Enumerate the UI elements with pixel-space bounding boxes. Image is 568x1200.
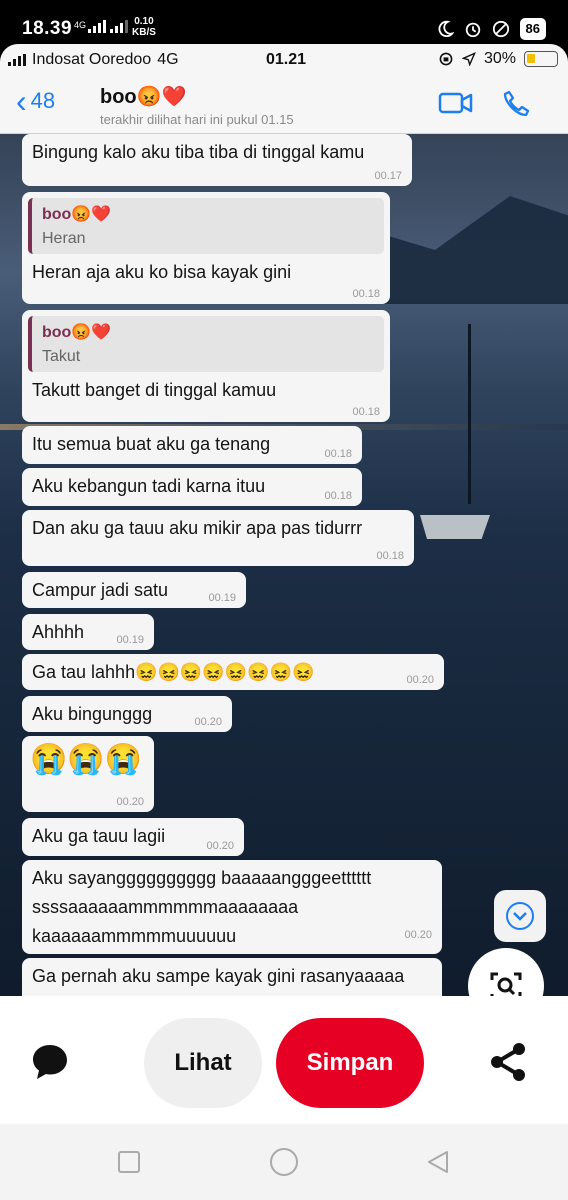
orientation-lock-icon [439,52,453,66]
ios-clock: 01.21 [266,51,307,68]
android-nav-bar [0,1124,568,1200]
view-button[interactable]: Lihat [144,1018,262,1108]
android-status-icons: 86 [436,18,546,40]
ios-battery-icon [524,51,558,67]
message-text: Aku kebangun tadi karna ituu [32,476,266,496]
message-text: Heran aja aku ko bisa kayak gini [32,262,292,282]
ios-network: 4G [157,51,179,68]
android-clock: 18.39 [22,18,73,39]
message-text-line: ssssaaaaaammmmmmaaaaaaaa [32,897,299,917]
message-bubble: Bingung kalo aku tiba tiba di tinggal ka… [22,134,412,186]
message-time: 00.18 [352,406,380,418]
message-time: 00.18 [376,550,404,562]
signal-icon [88,20,106,33]
background-boat-mast [468,324,471,504]
speed-value: 0.10 [134,16,154,27]
network-type: 4G [74,20,87,30]
chat-header: ‹ 48 boo😡❤️ terakhir dilihat hari ini pu… [0,74,568,134]
quoted-name: boo😡❤️ [42,206,112,223]
message-text: Ga pernah aku sampe kayak gini rasanyaaa… [32,966,405,986]
ios-status-bar: Indosat Ooredoo 4G 01.21 30% [0,44,568,74]
message-text: Ga tau lahhh😖😖😖😖😖😖😖😖 [32,662,315,682]
message-bubble: boo😡❤️ Takut Takutt banget di tinggal ka… [22,310,390,422]
location-icon [461,52,476,66]
background-boat [420,515,490,539]
alarm-icon [465,22,480,38]
quoted-name: boo😡❤️ [42,324,112,341]
voice-call-icon[interactable] [500,88,532,118]
message-time: 00.20 [116,796,144,808]
message-time: 00.20 [206,840,234,852]
message-time: 00.20 [406,674,434,686]
ios-battery-pct: 30% [483,50,516,67]
message-time: 00.19 [116,634,144,646]
scroll-down-button[interactable] [494,890,546,942]
video-call-icon[interactable] [438,90,474,116]
message-text: Campur jadi satu [32,580,169,600]
message-time: 00.18 [352,288,380,300]
pin-action-bar: Lihat Simpan [0,996,568,1124]
ios-carrier: Indosat Ooredoo [32,51,152,68]
quoted-message[interactable]: boo😡❤️ Heran [28,198,384,254]
back-nav-icon[interactable] [424,1148,452,1176]
message-time: 00.18 [324,490,352,502]
home-button[interactable] [270,1148,298,1176]
no-sound-icon [492,20,509,38]
save-button[interactable]: Simpan [276,1018,424,1108]
message-time: 00.18 [324,448,352,460]
comment-icon[interactable] [28,1040,72,1084]
message-bubble: Aku bingunggg 00.20 [22,696,232,732]
message-bubble: Dan aku ga tauu aku mikir apa pas tidurr… [22,510,414,566]
message-bubble: boo😡❤️ Heran Heran aja aku ko bisa kayak… [22,192,390,304]
recents-button[interactable] [118,1151,140,1173]
quoted-message[interactable]: boo😡❤️ Takut [28,316,384,372]
speed-unit: KB/S [132,27,156,38]
ios-status-icons: 30% [438,50,558,68]
back-button[interactable]: ‹ 48 [16,83,56,119]
ios-signal-icon [8,54,26,66]
network-speed: 0.10 KB/S [132,16,156,38]
contact-name[interactable]: boo😡❤️ [100,84,186,109]
message-bubble: Aku kebangun tadi karna ituu 00.18 [22,468,362,506]
message-bubble: Itu semua buat aku ga tenang 00.18 [22,426,362,464]
message-text: Itu semua buat aku ga tenang [32,434,271,454]
message-bubble: 😭😭😭 00.20 [22,736,154,812]
chevron-down-icon [506,902,534,930]
message-text-line: Aku sayangggggggggg baaaaangggeetttttt [32,868,372,888]
moon-icon [438,20,454,38]
message-text: Bingung kalo aku tiba tiba di tinggal ka… [32,142,365,162]
message-bubble: Ahhhh 00.19 [22,614,154,650]
quoted-text: Takut [42,348,81,365]
message-time: 00.20 [404,929,432,941]
last-seen: terakhir dilihat hari ini pukul 01.15 [100,112,294,127]
message-bubble: Ga pernah aku sampe kayak gini rasanyaaa… [22,958,442,996]
message-emoji: 😭😭😭 [30,743,143,776]
message-text-line: kaaaaaammmmmuuuuuu [32,926,237,946]
message-bubble: Aku sayangggggggggg baaaaangggeetttttt s… [22,860,442,954]
message-bubble: Ga tau lahhh😖😖😖😖😖😖😖😖 00.20 [22,654,444,690]
message-text: Takutt banget di tinggal kamuu [32,380,277,400]
chat-screenshot: Indosat Ooredoo 4G 01.21 30% ‹ 48 boo😡❤️… [0,44,568,996]
message-bubble: Aku ga tauu lagii 00.20 [22,818,244,856]
message-bubble: Campur jadi satu 00.19 [22,572,246,608]
share-icon[interactable] [486,1040,530,1084]
ios-carrier-group: Indosat Ooredoo 4G [8,51,179,69]
message-text: Dan aku ga tauu aku mikir apa pas tidurr… [32,518,363,538]
signal-icon-2 [110,20,128,33]
chevron-left-icon: ‹ [16,83,27,119]
message-time: 00.17 [374,170,402,182]
message-time: 00.20 [194,716,222,728]
quoted-text: Heran [42,230,86,247]
message-time: 00.19 [208,592,236,604]
android-battery: 86 [519,18,546,40]
message-text: Aku ga tauu lagii [32,826,166,846]
unread-count: 48 [30,88,56,113]
